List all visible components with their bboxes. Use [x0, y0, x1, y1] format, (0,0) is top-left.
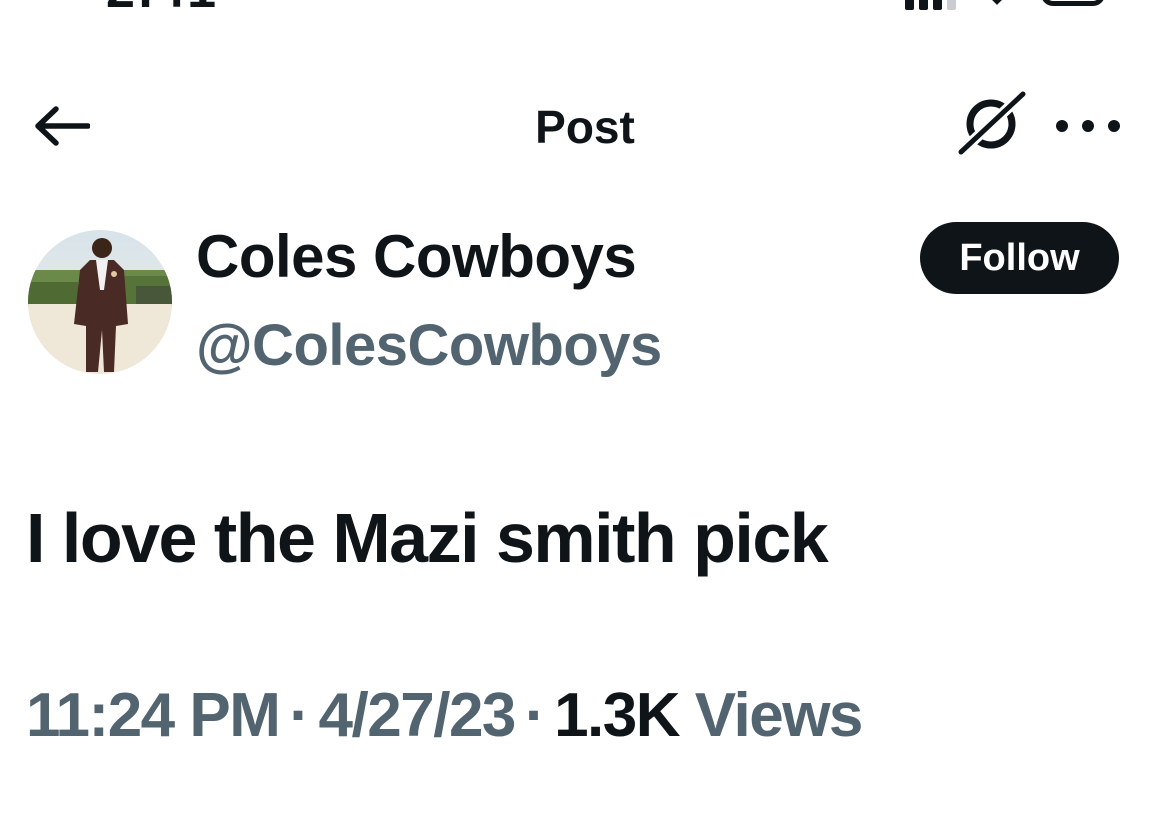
signal-bar-icon — [933, 0, 942, 10]
signal-bar-icon — [947, 0, 956, 10]
wifi-icon — [987, 0, 1007, 5]
status-bar: 2:41 — [0, 0, 1170, 14]
profile-photo — [28, 230, 172, 374]
grok-icon — [955, 88, 1029, 158]
separator: · — [289, 681, 310, 750]
post-time[interactable]: 11:24 PM — [26, 681, 281, 750]
author-display-name[interactable]: Coles Cowboys — [196, 222, 637, 291]
separator: · — [524, 681, 546, 750]
views-count: 1.3K — [554, 681, 680, 750]
views-label: Views — [694, 681, 864, 750]
post-date[interactable]: 4/27/23 — [319, 681, 517, 750]
status-time: 2:41 — [106, 0, 218, 14]
battery-icon — [1041, 0, 1105, 6]
post-text: I love the Mazi smith pick — [26, 499, 829, 577]
more-dots-icon — [1056, 120, 1068, 132]
post-metadata: 11:24 PM · 4/27/23 · 1.3K Views — [26, 680, 864, 751]
top-nav: Post — [0, 80, 1170, 172]
avatar[interactable] — [28, 230, 172, 374]
more-options-button[interactable] — [1056, 108, 1120, 144]
author-handle[interactable]: @ColesCowboys — [196, 312, 662, 379]
grok-button[interactable] — [955, 88, 1029, 160]
signal-bar-icon — [905, 0, 914, 10]
follow-button[interactable]: Follow — [920, 222, 1119, 294]
signal-bar-icon — [919, 0, 928, 10]
